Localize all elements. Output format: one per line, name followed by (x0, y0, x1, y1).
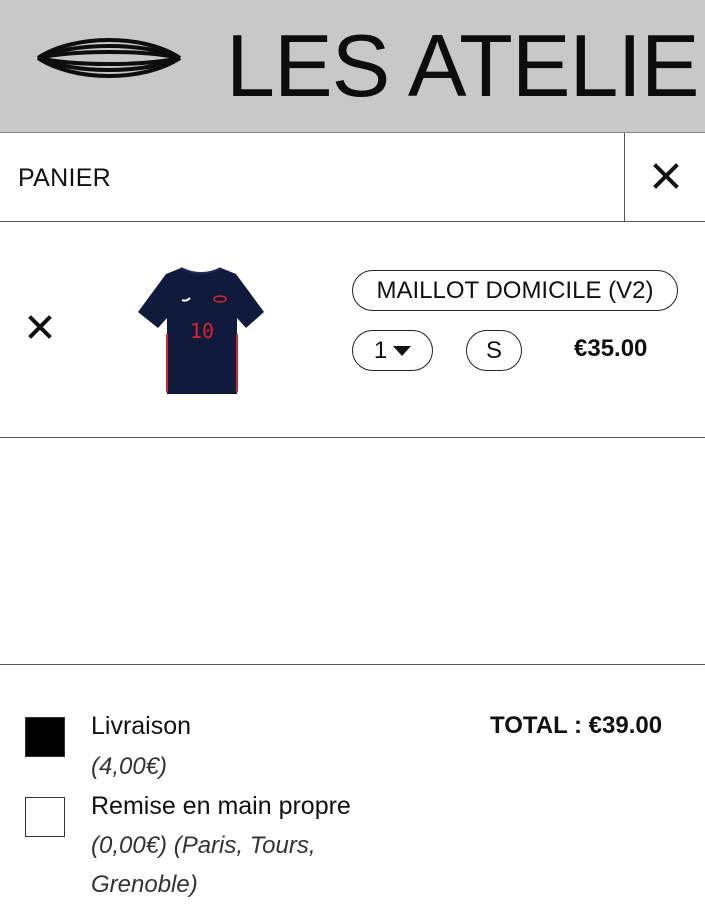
site-header: LES ATELIER (0, 0, 705, 133)
cart-header: PANIER (0, 133, 705, 222)
product-name: MAILLOT DOMICILE (V2) (376, 276, 654, 304)
close-icon (653, 163, 679, 189)
close-cart-button[interactable] (624, 133, 705, 221)
quantity-value: 1 (373, 336, 388, 364)
delivery-price: (4,00€) (91, 753, 168, 780)
brand-name[interactable]: LES ATELIER (226, 16, 705, 116)
size-badge: S (466, 330, 522, 371)
cart-item: 10 MAILLOT DOMICILE (V2) 1 S €35.00 (0, 222, 705, 438)
pickup-details: (0,00€) (Paris, Tours, Grenoble) (91, 832, 316, 898)
chevron-down-icon (393, 345, 412, 356)
quantity-select[interactable]: 1 (352, 330, 433, 371)
pickup-checkbox[interactable] (25, 797, 65, 837)
pickup-label: Remise en main propre (91, 792, 351, 820)
brand-logo-icon[interactable] (34, 26, 184, 90)
item-price: €35.00 (574, 335, 648, 362)
size-value: S (485, 336, 502, 364)
order-total: TOTAL : €39.00 (490, 712, 663, 739)
remove-item-icon[interactable] (28, 315, 52, 339)
product-jersey-image[interactable]: 10 (136, 264, 266, 396)
cart-title: PANIER (18, 164, 112, 192)
product-name-link[interactable]: MAILLOT DOMICILE (V2) (352, 270, 678, 311)
jersey-number: 10 (190, 319, 214, 343)
delivery-label: Livraison (91, 712, 192, 740)
divider (0, 664, 705, 665)
delivery-checkbox[interactable] (25, 717, 65, 757)
